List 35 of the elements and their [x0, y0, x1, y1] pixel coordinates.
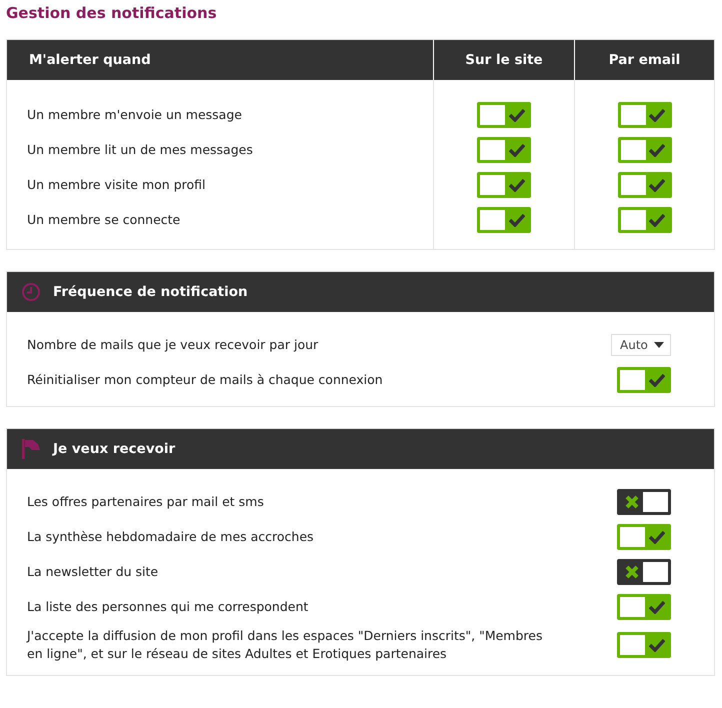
setting-label: La synthèse hebdomadaire de mes accroches [27, 528, 314, 546]
setting-label: La liste des personnes qui me correspondent [27, 598, 308, 616]
toggle-switch[interactable] [477, 206, 531, 232]
column-header: M'alerter quand [7, 40, 433, 80]
toggle-switch[interactable] [618, 136, 672, 162]
toggle-switch[interactable] [617, 558, 671, 584]
toggle-switch[interactable] [477, 136, 531, 162]
toggle-switch[interactable] [617, 594, 671, 620]
clock-icon [21, 282, 41, 302]
setting-label: Un membre se connecte [27, 210, 180, 228]
column-header: Par email [574, 40, 714, 80]
caret-icon [654, 342, 664, 348]
toggle-switch[interactable] [618, 206, 672, 232]
section-title: Je veux recevoir [53, 441, 176, 457]
setting-label: Un membre lit un de mes messages [27, 140, 253, 158]
setting-label: Réinitialiser mon compteur de mails à chaque connexion [27, 370, 383, 388]
flag-icon [21, 438, 41, 460]
setting-label: Un membre visite mon profil [27, 176, 206, 194]
toggle-switch[interactable] [617, 366, 671, 392]
toggle-switch[interactable] [618, 102, 672, 128]
toggle-switch[interactable] [618, 172, 672, 198]
page-title: Gestion des notifications [6, 3, 218, 24]
column-header: Sur le site [433, 40, 574, 80]
toggle-switch[interactable] [617, 632, 671, 658]
section-title: Fréquence de notification [53, 284, 248, 300]
toggle-switch[interactable] [617, 524, 671, 550]
setting-label: Un membre m'envoie un message [27, 106, 242, 124]
toggle-switch[interactable] [477, 102, 531, 128]
dropdown[interactable]: Auto [611, 334, 671, 356]
toggle-switch[interactable] [617, 488, 671, 514]
toggle-switch[interactable] [477, 172, 531, 198]
setting-label: Nombre de mails que je veux recevoir par jour [27, 336, 318, 354]
setting-label: J'accepte la diffusion de mon profil dans les espaces "Derniers inscrits", "Membres en ligne", et sur le réseau de sites Adultes et Erotiques partenaires [27, 627, 544, 663]
setting-label: Les offres partenaires par mail et sms [27, 492, 264, 510]
setting-label: La newsletter du site [27, 562, 158, 580]
